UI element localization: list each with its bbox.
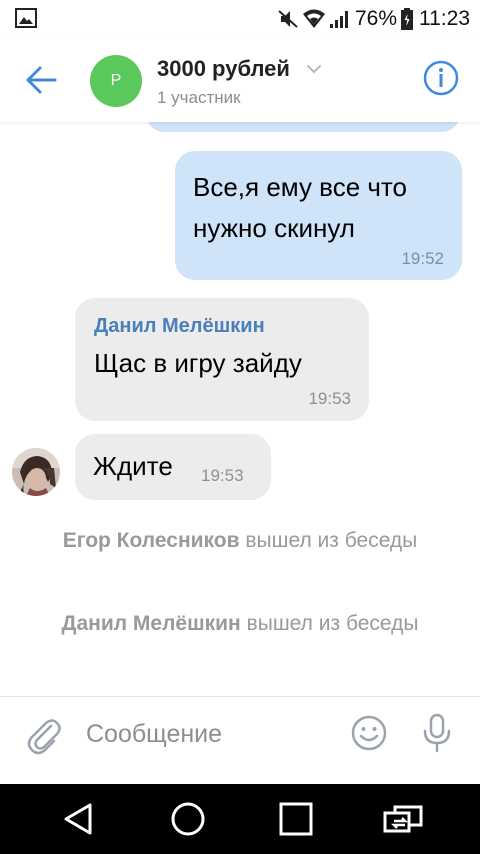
chat-header: Р 3000 рублей 1 участник <box>0 38 480 122</box>
service-message: Егор Колесников вышел из беседы <box>40 526 440 555</box>
status-icons: 76% 11:23 <box>277 6 470 32</box>
system-nav-bar <box>0 784 480 854</box>
chat-title[interactable]: 3000 рублей <box>157 56 290 82</box>
message-composer <box>0 696 480 784</box>
message-time: 19:53 <box>201 466 244 485</box>
message-list[interactable]: Все,я ему все что нужно скинул 19:52 Дан… <box>0 122 480 696</box>
signal-icon <box>329 11 348 28</box>
back-arrow-icon[interactable] <box>18 60 62 100</box>
battery-percent: 76% <box>354 7 397 30</box>
sender-avatar[interactable] <box>12 448 60 496</box>
chat-avatar[interactable]: Р <box>90 55 142 107</box>
message-text: Ждите <box>93 451 173 481</box>
nav-recents-icon[interactable] <box>274 799 318 839</box>
status-bar: 76% 11:23 <box>0 0 480 38</box>
paperclip-icon[interactable] <box>24 715 62 755</box>
incoming-message[interactable]: Данил Мелёшкин Щас в игру зайду 19:53 <box>75 298 369 421</box>
chat-avatar-letter: Р <box>110 72 122 89</box>
microphone-icon[interactable] <box>420 712 454 754</box>
nav-back-icon[interactable] <box>57 799 101 839</box>
message-input[interactable] <box>86 715 336 753</box>
battery-icon <box>401 8 413 30</box>
chat-subtitle: 1 участник <box>157 88 241 107</box>
chevron-down-icon[interactable] <box>305 62 323 76</box>
mute-icon <box>278 10 298 28</box>
service-message-action: вышел из беседы <box>246 612 419 635</box>
clock: 11:23 <box>419 7 470 30</box>
nav-home-icon[interactable] <box>166 799 210 839</box>
info-icon[interactable] <box>421 58 461 98</box>
message-text: Все,я ему все что нужно скинул <box>193 172 408 243</box>
incoming-message[interactable]: Ждите 19:53 <box>75 434 271 500</box>
service-message: Данил Мелёшкин вышел из беседы <box>40 609 440 638</box>
outgoing-message[interactable]: Все,я ему все что нужно скинул 19:52 <box>175 151 462 280</box>
service-message-name[interactable]: Данил Мелёшкин <box>62 612 241 635</box>
wifi-icon <box>302 9 325 28</box>
message-time: 19:53 <box>308 389 351 408</box>
gallery-icon <box>15 8 37 28</box>
message-bubble-partial <box>146 122 460 132</box>
message-text: Щас в игру зайду <box>94 348 302 378</box>
nav-switch-icon[interactable] <box>381 799 425 839</box>
message-author[interactable]: Данил Мелёшкин <box>94 315 265 338</box>
smile-icon[interactable] <box>350 714 388 752</box>
message-time: 19:52 <box>401 249 444 268</box>
service-message-name[interactable]: Егор Колесников <box>63 529 240 552</box>
service-message-action: вышел из беседы <box>245 529 418 552</box>
